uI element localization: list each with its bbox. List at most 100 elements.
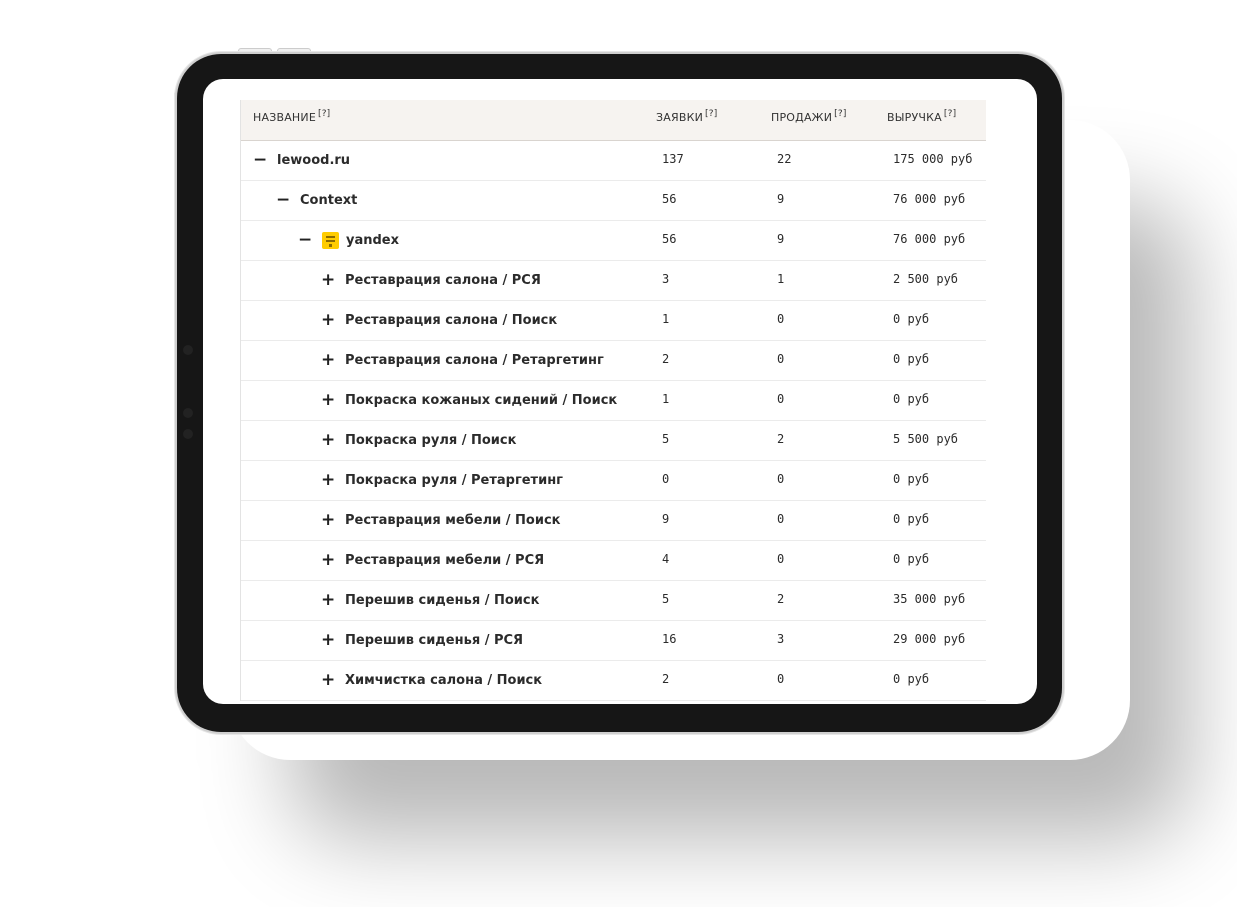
help-hint[interactable]: [?] — [944, 109, 956, 119]
table-row[interactable]: + Покраска кожаных сидений / Поиск 1 0 0 руб — [241, 381, 986, 421]
row-name[interactable]: Реставрация мебели / Поиск — [345, 513, 561, 528]
row-name[interactable]: Context — [300, 193, 357, 208]
table-row[interactable]: − lewood.ru 137 22 175 000 руб — [241, 141, 986, 181]
expand-icon[interactable]: + — [321, 431, 335, 449]
revenue-value: 0 руб — [893, 552, 930, 566]
row-name-cell: + Покраска кожаных сидений / Поиск — [321, 391, 617, 409]
table-row[interactable]: + Перешив сиденья / Поиск 5 2 35 000 руб — [241, 581, 986, 621]
collapse-icon[interactable]: − — [276, 191, 290, 209]
sales-value: 3 — [777, 632, 785, 646]
table-row[interactable]: + Реставрация салона / Ретаргетинг 2 0 0 руб — [241, 341, 986, 381]
revenue-value: 76 000 руб — [893, 192, 966, 206]
sales-value: 0 — [777, 512, 785, 526]
expand-icon[interactable]: + — [321, 391, 335, 409]
expand-icon[interactable]: + — [321, 311, 335, 329]
row-name[interactable]: Реставрация мебели / РСЯ — [345, 553, 544, 568]
expand-icon[interactable]: + — [321, 551, 335, 569]
leads-value: 9 — [662, 512, 670, 526]
help-hint[interactable]: [?] — [705, 109, 717, 119]
row-name[interactable]: yandex — [346, 233, 399, 248]
sales-value: 0 — [777, 352, 785, 366]
row-name-cell: + Перешив сиденья / РСЯ — [321, 631, 523, 649]
column-header-sales[interactable]: ПРОДАЖИ [?] — [771, 109, 847, 124]
expand-icon[interactable]: + — [321, 471, 335, 489]
row-name-cell: + Реставрация мебели / Поиск — [321, 511, 561, 529]
table-row[interactable]: − yandex 56 9 76 000 руб — [241, 221, 986, 261]
expand-icon[interactable]: + — [321, 351, 335, 369]
column-header-name[interactable]: НАЗВАНИЕ [?] — [253, 109, 330, 124]
row-name[interactable]: Покраска руля / Ретаргетинг — [345, 473, 563, 488]
revenue-value: 29 000 руб — [893, 632, 966, 646]
help-hint[interactable]: [?] — [318, 109, 330, 119]
camera-sensor — [183, 408, 193, 418]
sales-value: 0 — [777, 392, 785, 406]
leads-value: 16 — [662, 632, 677, 646]
sales-value: 2 — [777, 592, 785, 606]
revenue-value: 5 500 руб — [893, 432, 959, 446]
table-row[interactable]: + Реставрация мебели / Поиск 9 0 0 руб — [241, 501, 986, 541]
row-name[interactable]: lewood.ru — [277, 153, 350, 168]
leads-value: 56 — [662, 232, 677, 246]
revenue-value: 0 руб — [893, 352, 930, 366]
column-header-revenue[interactable]: ВЫРУЧКА [?] — [887, 109, 956, 124]
sales-value: 1 — [777, 272, 785, 286]
row-name-cell: + Реставрация салона / Поиск — [321, 311, 557, 329]
expand-icon[interactable]: + — [321, 511, 335, 529]
leads-value: 5 — [662, 592, 670, 606]
revenue-value: 175 000 руб — [893, 152, 973, 166]
table-row[interactable]: + Покраска руля / Ретаргетинг 0 0 0 руб — [241, 461, 986, 501]
leads-value: 1 — [662, 312, 670, 326]
leads-value: 2 — [662, 672, 670, 686]
table-row[interactable]: + Перешив сиденья / РСЯ 16 3 29 000 руб — [241, 621, 986, 661]
table-row[interactable]: + Покраска руля / Поиск 5 2 5 500 руб — [241, 421, 986, 461]
tablet-screen: НАЗВАНИЕ [?] ЗАЯВКИ [?] ПРОДАЖИ [?] ВЫРУЧКА… — [203, 79, 1037, 704]
revenue-value: 0 руб — [893, 672, 930, 686]
collapse-icon[interactable]: − — [298, 231, 312, 249]
leads-value: 3 — [662, 272, 670, 286]
revenue-value: 0 руб — [893, 312, 930, 326]
table-row[interactable]: + Реставрация мебели / РСЯ 4 0 0 руб — [241, 541, 986, 581]
row-name-cell: + Перешив сиденья / Поиск — [321, 591, 539, 609]
leads-value: 2 — [662, 352, 670, 366]
row-name-cell: + Химчистка салона / Поиск — [321, 671, 542, 689]
table-row[interactable]: + Реставрация салона / Поиск 1 0 0 руб — [241, 301, 986, 341]
expand-icon[interactable]: + — [321, 671, 335, 689]
help-hint[interactable]: [?] — [834, 109, 846, 119]
table-header: НАЗВАНИЕ [?] ЗАЯВКИ [?] ПРОДАЖИ [?] ВЫРУЧКА… — [241, 100, 986, 141]
row-name[interactable]: Перешив сиденья / Поиск — [345, 593, 539, 608]
yandex-icon — [322, 231, 339, 249]
table-row[interactable]: − Context 56 9 76 000 руб — [241, 181, 986, 221]
revenue-value: 0 руб — [893, 472, 930, 486]
row-name[interactable]: Химчистка салона / Поиск — [345, 673, 542, 688]
row-name-cell: − lewood.ru — [253, 151, 350, 169]
leads-value: 5 — [662, 432, 670, 446]
sales-value: 2 — [777, 432, 785, 446]
row-name[interactable]: Реставрация салона / РСЯ — [345, 273, 541, 288]
row-name[interactable]: Покраска кожаных сидений / Поиск — [345, 393, 617, 408]
sales-value: 9 — [777, 192, 785, 206]
row-name-cell: + Реставрация мебели / РСЯ — [321, 551, 544, 569]
report-table: НАЗВАНИЕ [?] ЗАЯВКИ [?] ПРОДАЖИ [?] ВЫРУЧКА… — [240, 100, 986, 701]
row-name[interactable]: Перешив сиденья / РСЯ — [345, 633, 523, 648]
expand-icon[interactable]: + — [321, 271, 335, 289]
sales-value: 0 — [777, 552, 785, 566]
table-row[interactable]: + Реставрация салона / РСЯ 3 1 2 500 руб — [241, 261, 986, 301]
revenue-value: 2 500 руб — [893, 272, 959, 286]
expand-icon[interactable]: + — [321, 591, 335, 609]
revenue-value: 76 000 руб — [893, 232, 966, 246]
row-name[interactable]: Покраска руля / Поиск — [345, 433, 516, 448]
leads-value: 0 — [662, 472, 670, 486]
row-name-cell: + Реставрация салона / Ретаргетинг — [321, 351, 604, 369]
table-row[interactable]: + Химчистка салона / Поиск 2 0 0 руб — [241, 661, 986, 701]
expand-icon[interactable]: + — [321, 631, 335, 649]
row-name-cell: − yandex — [298, 231, 399, 249]
sales-value: 22 — [777, 152, 792, 166]
column-header-leads[interactable]: ЗАЯВКИ [?] — [656, 109, 717, 124]
row-name[interactable]: Реставрация салона / Поиск — [345, 313, 557, 328]
table-body: − lewood.ru 137 22 175 000 руб − Context 56 9 76 … — [241, 141, 986, 701]
leads-value: 4 — [662, 552, 670, 566]
row-name[interactable]: Реставрация салона / Ретаргетинг — [345, 353, 604, 368]
row-name-cell: + Покраска руля / Поиск — [321, 431, 516, 449]
camera-sensor — [183, 345, 193, 355]
collapse-icon[interactable]: − — [253, 151, 267, 169]
